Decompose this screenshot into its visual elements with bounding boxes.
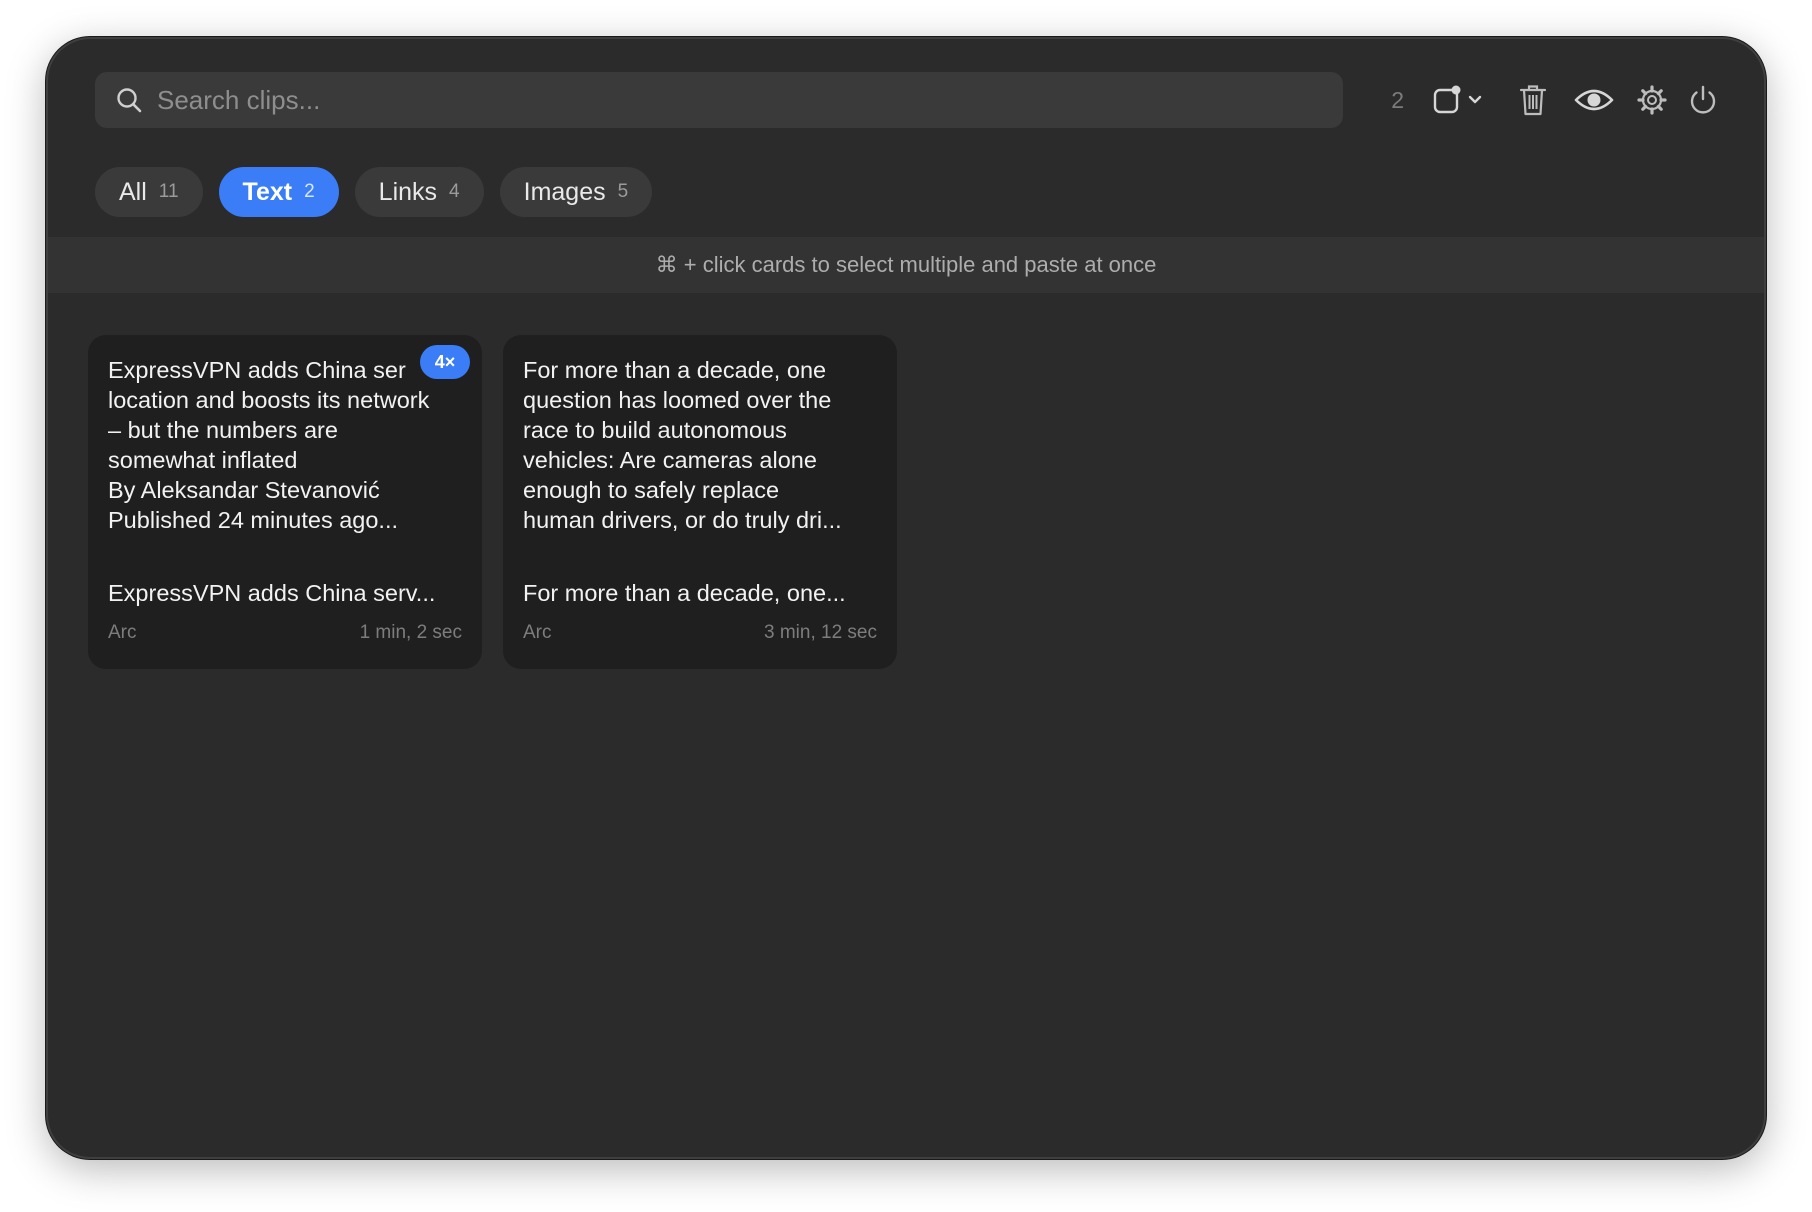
- tab-count: 11: [158, 181, 179, 202]
- clip-title: For more than a decade, one...: [523, 580, 846, 606]
- tab-text[interactable]: Text 2: [218, 167, 339, 217]
- clip-title: ExpressVPN adds China serv...: [108, 580, 436, 606]
- multi-select-hint: ⌘ + click cards to select multiple and p…: [48, 237, 1764, 293]
- clip-preview-text: ExpressVPN adds China ser location and b…: [108, 357, 430, 533]
- clip-meta: Arc 1 min, 2 sec: [108, 622, 462, 644]
- clip-card[interactable]: ExpressVPN adds China ser location and b…: [88, 335, 482, 669]
- delete-button[interactable]: [1518, 83, 1548, 117]
- clipboard-window: 2: [46, 37, 1766, 1159]
- search-bar[interactable]: [95, 72, 1343, 128]
- window-dropdown-icon: [1433, 85, 1482, 114]
- tab-label: Images: [523, 177, 606, 206]
- quit-button[interactable]: [1688, 84, 1718, 116]
- gear-icon: [1637, 85, 1667, 115]
- trash-icon: [1519, 85, 1547, 116]
- window-mode-dropdown[interactable]: [1432, 83, 1488, 117]
- power-icon: [1690, 85, 1716, 114]
- tab-count: 4: [449, 181, 460, 202]
- eye-icon: [1574, 89, 1614, 111]
- tab-images[interactable]: Images 5: [499, 167, 653, 217]
- search-icon: [117, 88, 142, 113]
- settings-button[interactable]: [1636, 84, 1668, 116]
- clip-source-app: Arc: [108, 622, 137, 643]
- selected-count: 2: [1391, 86, 1404, 113]
- clip-timestamp: 3 min, 12 sec: [764, 622, 877, 643]
- tab-label: Links: [378, 177, 438, 206]
- preview-toggle-button[interactable]: [1574, 85, 1614, 115]
- tab-label: Text: [242, 177, 293, 206]
- tab-count: 5: [617, 181, 629, 202]
- tab-label: All: [119, 177, 147, 206]
- clip-meta: Arc 3 min, 12 sec: [523, 622, 877, 644]
- tab-all[interactable]: All 11: [95, 167, 203, 217]
- tab-links[interactable]: Links 4: [354, 167, 484, 217]
- clip-timestamp: 1 min, 2 sec: [359, 622, 462, 643]
- tab-count: 2: [304, 181, 315, 202]
- toolbar: 2: [1391, 72, 1718, 128]
- filter-tabs: All 11 Text 2 Links 4 Images 5: [95, 167, 653, 217]
- clip-source-app: Arc: [523, 622, 552, 643]
- clip-preview-text: For more than a decade, one question has…: [523, 357, 842, 533]
- copy-count-badge: 4×: [420, 345, 470, 379]
- search-input[interactable]: [157, 84, 1257, 116]
- clip-card[interactable]: For more than a decade, one question has…: [503, 335, 897, 669]
